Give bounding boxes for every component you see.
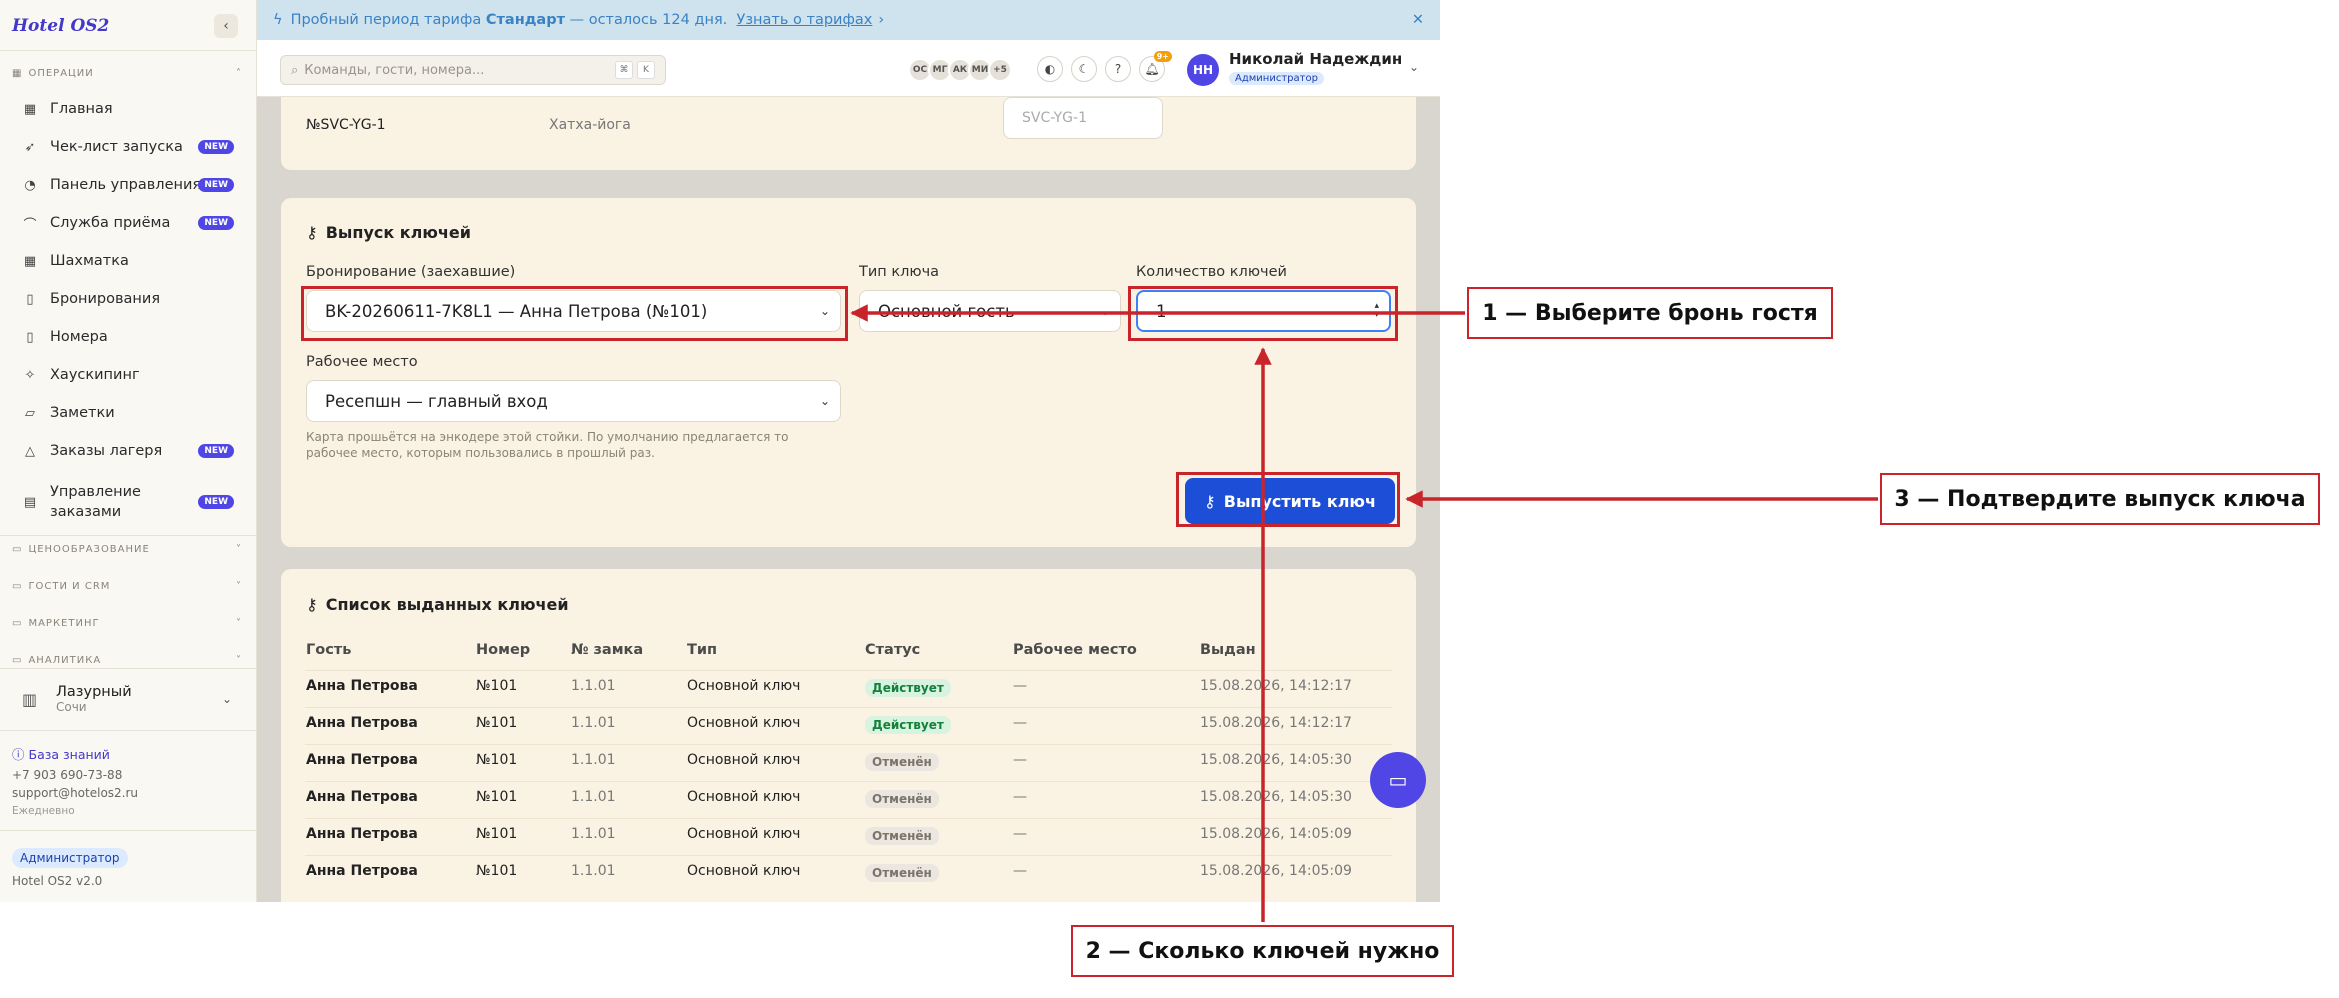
callout-step1: 1 — Выберите бронь гостя (1467, 287, 1833, 339)
highlight-issue-button (1176, 472, 1400, 527)
callout-step3: 3 — Подтвердите выпуск ключа (1880, 473, 2320, 525)
callout-step2: 2 — Сколько ключей нужно (1071, 925, 1454, 977)
highlight-key-count (1128, 286, 1398, 341)
highlight-booking-select (301, 286, 848, 341)
